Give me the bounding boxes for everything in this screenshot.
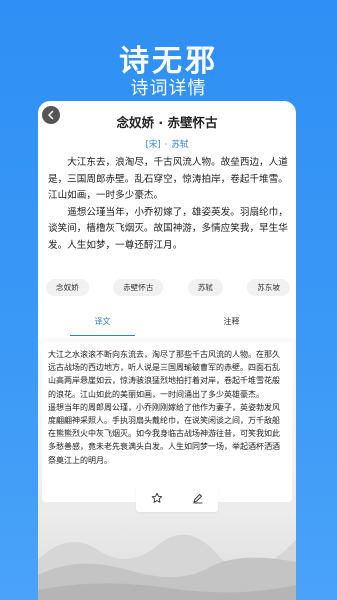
star-icon (151, 492, 162, 503)
poem-paragraph: 遥想公瑾当年，小乔初嫁了，雄姿英发。羽扇纶巾，谈笑间，樯橹灰飞烟灭。故国神游，多… (48, 206, 288, 251)
tag-chip[interactable]: 念奴娇 (46, 279, 89, 296)
tab-notes[interactable]: 注释 (167, 316, 296, 336)
tag-chip[interactable]: 赤壁怀古 (113, 279, 164, 296)
tab-bar: 译文 注释 (38, 316, 296, 336)
poem-card: 念奴娇 · 赤壁怀古 [宋] · 苏轼 大江东去，浪淘尽，千古风流人物。故垒西边，人… (38, 101, 296, 600)
poem-paragraph: 大江东去，浪淘尽，千古风流人物。故垒西边，人道是，三国周郎赤壁。乱石穿空，惊涛拍… (48, 157, 288, 201)
action-bar (136, 484, 218, 512)
page-subtitle: 诗词详情 (130, 78, 207, 99)
translation-paragraph: 遥想当年的周郎周公瑾，小乔刚刚嫁给了他作为妻子，英姿勃发风度翩翩神采照人。手执羽… (48, 402, 280, 465)
poem-title: 念奴娇 · 赤壁怀古 (116, 115, 218, 130)
author-link[interactable]: 苏轼 (171, 140, 188, 150)
separator: · (164, 140, 168, 150)
tag-list: 念奴娇 赤壁怀古 苏轼 苏东坡 (46, 279, 290, 296)
tag-chip[interactable]: 苏轼 (187, 279, 223, 296)
edit-button[interactable] (191, 491, 205, 505)
pen-icon (193, 494, 202, 504)
poem-body: 大江东去，浪淘尽，千古风流人物。故垒西边，人道是，三国周郎赤壁。乱石穿空，惊涛拍… (48, 155, 288, 254)
dynasty-link[interactable]: [宋] (146, 140, 161, 150)
tab-translation[interactable]: 译文 (38, 316, 167, 336)
tag-chip[interactable]: 苏东坡 (247, 279, 290, 296)
favorite-button[interactable] (150, 491, 164, 505)
translation-paragraph: 大江之水滚滚不断向东流去，淘尽了那些千古风流的人物。在那久远古战场的西边地方，听… (48, 350, 280, 399)
author-line: [宋] · 苏轼 (38, 138, 296, 150)
translation-text: 大江之水滚滚不断向东流去，淘尽了那些千古风流的人物。在那久远古战场的西边地方，听… (42, 342, 292, 502)
translation-panel: 大江之水滚滚不断向东流去，淘尽了那些千古风流的人物。在那久远古战场的西边地方，听… (38, 338, 296, 600)
